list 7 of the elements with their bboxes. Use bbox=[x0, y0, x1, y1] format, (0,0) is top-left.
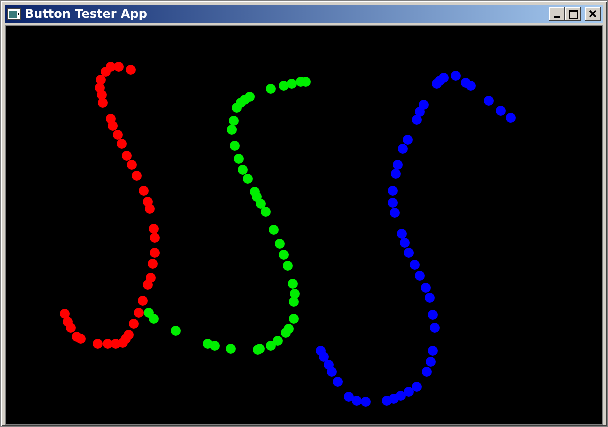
close-button[interactable] bbox=[585, 7, 601, 21]
app-icon bbox=[7, 8, 21, 20]
minimize-button[interactable] bbox=[549, 7, 565, 21]
maximize-button[interactable] bbox=[565, 7, 581, 21]
close-icon bbox=[589, 10, 597, 18]
maximize-icon bbox=[568, 10, 578, 18]
window-title: Button Tester App bbox=[25, 6, 148, 23]
